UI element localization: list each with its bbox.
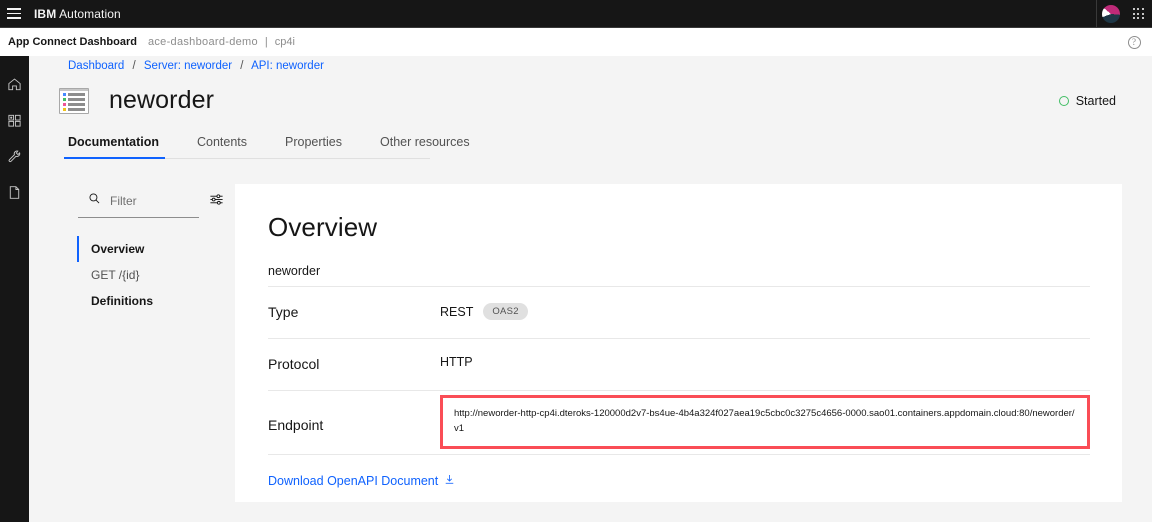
type-label: Type xyxy=(268,304,299,320)
breadcrumb-item-dashboard[interactable]: Dashboard xyxy=(68,60,124,72)
endpoint-url-value[interactable]: http://neworder-http-cp4i.dteroks-120000… xyxy=(440,395,1090,449)
breadcrumb-item-api[interactable]: API: neworder xyxy=(251,60,324,72)
protocol-value: HTTP xyxy=(440,355,473,369)
documentation-nav-panel: Overview GET /{id} Definitions xyxy=(77,184,230,314)
wrench-tools-icon xyxy=(7,149,22,164)
status-badge: Started xyxy=(1058,93,1116,108)
brand-name: Automation xyxy=(59,6,121,21)
tab-properties[interactable]: Properties xyxy=(285,135,358,158)
download-link-label: Download OpenAPI Document xyxy=(268,474,439,488)
overview-heading: Overview xyxy=(268,212,378,242)
breadcrumb: Dashboard / Server: neworder / API: newo… xyxy=(68,60,324,72)
sidebar-item-dashboard[interactable] xyxy=(0,102,29,138)
page-title-row: neworder Started xyxy=(59,86,1116,115)
status-label: Started xyxy=(1075,93,1116,108)
global-header: IBM Automation xyxy=(0,0,1152,28)
protocol-label: Protocol xyxy=(268,356,320,372)
filter-settings-icon[interactable] xyxy=(209,192,224,212)
search-icon xyxy=(88,192,101,210)
download-icon xyxy=(444,474,455,488)
app-grid-icon xyxy=(1132,8,1144,19)
hamburger-menu-icon[interactable] xyxy=(0,0,28,28)
namespace-label: ace-dashboard-demo xyxy=(147,36,258,48)
sidebar-item-tools[interactable] xyxy=(0,138,29,174)
main-content-area: Dashboard / Server: neworder / API: newo… xyxy=(29,56,1152,522)
help-circle-icon: ? xyxy=(1127,35,1141,49)
overview-card: Overview neworder Type REST OAS2 Protoco… xyxy=(235,184,1122,502)
nav-item-overview[interactable]: Overview xyxy=(77,236,230,262)
sidebar-item-documents[interactable] xyxy=(0,174,29,210)
app-connect-dashboard-label[interactable]: App Connect Dashboard xyxy=(8,36,137,48)
tab-other-resources[interactable]: Other resources xyxy=(380,135,486,158)
filter-box[interactable] xyxy=(78,184,199,218)
dashboard-grid-icon xyxy=(7,113,22,128)
api-name-value: neworder xyxy=(268,264,321,278)
endpoint-row: Endpoint http://neworder-http-cp4i.dtero… xyxy=(268,391,1090,455)
filter-input[interactable] xyxy=(110,193,186,208)
endpoint-label: Endpoint xyxy=(268,417,324,433)
type-value-group: REST OAS2 xyxy=(440,303,528,320)
api-list-window-icon xyxy=(59,87,89,114)
brand-title[interactable]: IBM Automation xyxy=(34,7,121,21)
download-openapi-document-link[interactable]: Download OpenAPI Document xyxy=(268,474,455,488)
user-avatar-button[interactable] xyxy=(1096,0,1124,28)
type-row: Type REST OAS2 xyxy=(268,287,1090,339)
tab-bar: Documentation Contents Properties Other … xyxy=(64,135,470,159)
protocol-row: Protocol HTTP xyxy=(268,339,1090,391)
download-row: Download OpenAPI Document xyxy=(268,455,1090,490)
sidebar-item-home[interactable] xyxy=(0,66,29,102)
help-button[interactable]: ? xyxy=(1124,32,1144,52)
user-avatar-icon xyxy=(1101,4,1120,23)
breadcrumb-separator: / xyxy=(132,60,136,72)
nav-item-definitions[interactable]: Definitions xyxy=(78,288,230,314)
context-separator: | xyxy=(264,36,268,48)
document-icon xyxy=(7,185,22,200)
breadcrumb-separator: / xyxy=(240,60,244,72)
api-name-row: neworder xyxy=(268,243,1090,287)
nav-list: Overview GET /{id} Definitions xyxy=(77,236,230,314)
page-title: neworder xyxy=(109,86,215,114)
type-value: REST xyxy=(440,304,474,319)
tab-contents[interactable]: Contents xyxy=(197,135,263,158)
brand-prefix: IBM xyxy=(34,6,57,21)
app-switcher-button[interactable] xyxy=(1124,0,1152,28)
context-label: cp4i xyxy=(274,36,295,48)
breadcrumb-item-server[interactable]: Server: neworder xyxy=(144,60,232,72)
tab-documentation[interactable]: Documentation xyxy=(64,135,175,159)
home-icon xyxy=(7,77,22,92)
context-bar: App Connect Dashboard ace-dashboard-demo… xyxy=(0,28,1152,56)
header-actions xyxy=(1096,0,1152,28)
spec-version-tag: OAS2 xyxy=(483,303,528,320)
status-circle-icon xyxy=(1058,95,1069,106)
left-nav-rail xyxy=(0,56,29,522)
nav-item-get-id[interactable]: GET /{id} xyxy=(78,262,230,288)
